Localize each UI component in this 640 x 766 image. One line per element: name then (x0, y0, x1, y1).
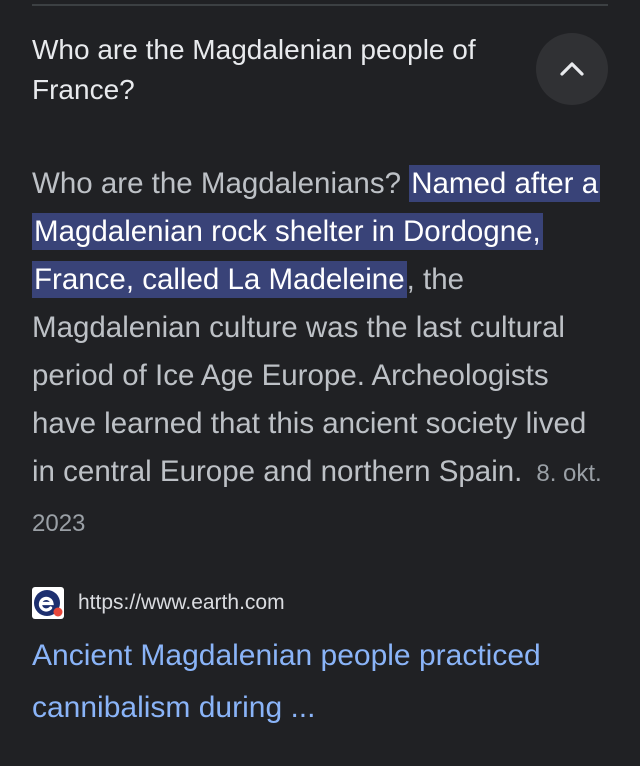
answer-snippet: Who are the Magdalenians? Named after a … (32, 160, 612, 548)
question-heading[interactable]: Who are the Magdalenian people of France… (32, 30, 502, 110)
earth-com-favicon (32, 587, 64, 619)
top-divider (32, 4, 608, 6)
source-url[interactable]: https://www.earth.com (78, 591, 285, 615)
answer-intro: Who are the Magdalenians? (32, 167, 410, 200)
collapse-button[interactable] (536, 33, 608, 105)
chevron-up-icon (559, 61, 585, 77)
result-title-link[interactable]: Ancient Magdalenian people practiced can… (32, 630, 612, 734)
source-row[interactable]: https://www.earth.com (32, 586, 285, 620)
